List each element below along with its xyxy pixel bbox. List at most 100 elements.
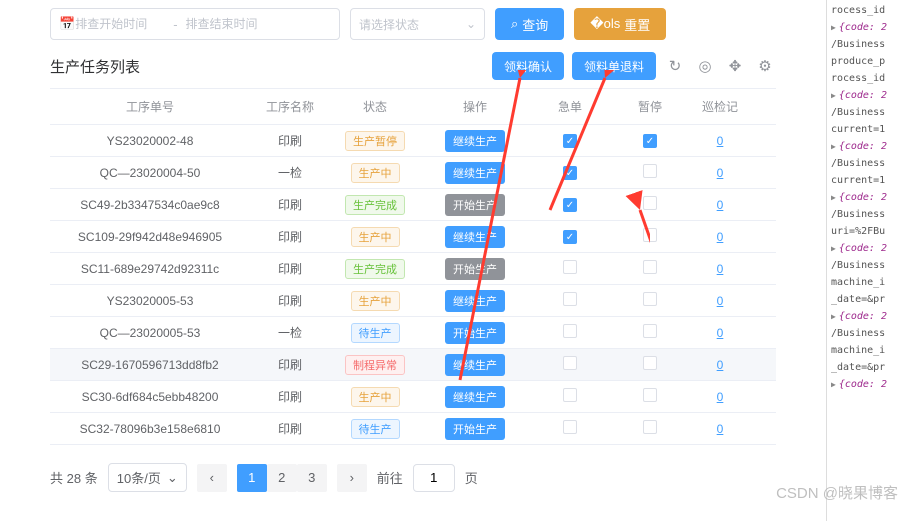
reset-icon: �ols <box>590 16 620 32</box>
urgent-checkbox[interactable] <box>563 324 577 338</box>
urgent-checkbox[interactable] <box>563 420 577 434</box>
pause-checkbox[interactable] <box>643 292 657 306</box>
total-label: 共 28 条 <box>50 468 98 487</box>
cell-status: 制程异常 <box>330 355 420 375</box>
table-row[interactable]: YS23020002-48印刷生产暂停继续生产✓✓0 <box>50 125 776 157</box>
inspect-link[interactable]: 0 <box>717 262 724 276</box>
page-number-button[interactable]: 1 <box>237 464 267 492</box>
devtools-panel: rocess_id▶{code: 2/Businessproduce_proce… <box>826 0 916 521</box>
row-action-button[interactable]: 继续生产 <box>445 386 505 408</box>
table-header: 工序单号 工序名称 状态 操作 急单 暂停 巡检记 <box>50 89 776 125</box>
chevron-down-icon: ⌄ <box>466 17 476 31</box>
cell-status: 生产中 <box>330 227 420 247</box>
refresh-icon[interactable]: ↻ <box>664 55 686 77</box>
inspect-link[interactable]: 0 <box>717 134 724 148</box>
cell-order: QC—23020005-53 <box>50 326 250 340</box>
inspect-link[interactable]: 0 <box>717 422 724 436</box>
cell-urgent: ✓ <box>530 133 610 149</box>
row-action-button[interactable]: 开始生产 <box>445 418 505 440</box>
cell-action: 开始生产 <box>420 194 530 216</box>
cell-status: 生产中 <box>330 291 420 311</box>
cell-action: 继续生产 <box>420 130 530 152</box>
inspect-link[interactable]: 0 <box>717 166 724 180</box>
status-select[interactable]: 请选择状态 ⌄ <box>350 8 485 40</box>
goto-suffix: 页 <box>465 468 478 487</box>
next-page-button[interactable]: › <box>337 464 367 492</box>
confirm-button[interactable]: 领料确认 <box>492 52 564 80</box>
row-action-button[interactable]: 继续生产 <box>445 354 505 376</box>
urgent-checkbox[interactable] <box>563 388 577 402</box>
row-action-button[interactable]: 继续生产 <box>445 290 505 312</box>
start-date-input[interactable] <box>75 17 165 31</box>
pause-checkbox[interactable] <box>643 356 657 370</box>
inspect-link[interactable]: 0 <box>717 294 724 308</box>
inspect-link[interactable]: 0 <box>717 230 724 244</box>
chevron-down-icon: ⌄ <box>167 470 178 486</box>
cell-status: 生产完成 <box>330 259 420 279</box>
table-row[interactable]: SC32-78096b3e158e6810印刷待生产开始生产0 <box>50 413 776 445</box>
cell-inspect: 0 <box>690 294 750 308</box>
table-row[interactable]: SC30-6df684c5ebb48200印刷生产中继续生产0 <box>50 381 776 413</box>
table-row[interactable]: SC109-29f942d48e946905印刷生产中继续生产✓0 <box>50 221 776 253</box>
urgent-checkbox[interactable]: ✓ <box>563 166 577 180</box>
move-icon[interactable]: ✥ <box>724 55 746 77</box>
cell-status: 生产暂停 <box>330 131 420 151</box>
return-button[interactable]: 领料单退料 <box>572 52 656 80</box>
table-row[interactable]: QC—23020004-50一检生产中继续生产✓0 <box>50 157 776 189</box>
cell-name: 印刷 <box>250 356 330 373</box>
pause-checkbox[interactable] <box>643 324 657 338</box>
pause-checkbox[interactable] <box>643 260 657 274</box>
row-action-button[interactable]: 开始生产 <box>445 322 505 344</box>
page-number-button[interactable]: 2 <box>267 464 297 492</box>
end-date-input[interactable] <box>186 17 276 31</box>
urgent-checkbox[interactable] <box>563 292 577 306</box>
cell-name: 一检 <box>250 324 330 341</box>
page-size-select[interactable]: 10条/页 ⌄ <box>108 463 187 492</box>
cell-pause: ✓ <box>610 133 690 149</box>
row-action-button[interactable]: 开始生产 <box>445 258 505 280</box>
pause-checkbox[interactable] <box>643 164 657 178</box>
cell-urgent: ✓ <box>530 165 610 181</box>
urgent-checkbox[interactable] <box>563 260 577 274</box>
col-name: 工序名称 <box>250 98 330 115</box>
pagination: 共 28 条 10条/页 ⌄ ‹ 123 › 前往 页 <box>0 445 826 492</box>
urgent-checkbox[interactable]: ✓ <box>563 198 577 212</box>
cell-action: 继续生产 <box>420 290 530 312</box>
urgent-checkbox[interactable]: ✓ <box>563 230 577 244</box>
col-pause: 暂停 <box>610 98 690 115</box>
date-range-picker[interactable]: 📅 - <box>50 8 340 40</box>
cell-inspect: 0 <box>690 166 750 180</box>
urgent-checkbox[interactable]: ✓ <box>563 134 577 148</box>
target-icon[interactable]: ◎ <box>694 55 716 77</box>
table-row[interactable]: SC49-2b3347534c0ae9c8印刷生产完成开始生产✓0 <box>50 189 776 221</box>
inspect-link[interactable]: 0 <box>717 198 724 212</box>
table-row[interactable]: SC11-689e29742d92311c印刷生产完成开始生产0 <box>50 253 776 285</box>
row-action-button[interactable]: 继续生产 <box>445 226 505 248</box>
pause-checkbox[interactable]: ✓ <box>643 134 657 148</box>
cell-urgent <box>530 292 610 309</box>
cell-inspect: 0 <box>690 326 750 340</box>
pause-checkbox[interactable] <box>643 196 657 210</box>
cell-name: 印刷 <box>250 196 330 213</box>
pause-checkbox[interactable] <box>643 388 657 402</box>
urgent-checkbox[interactable] <box>563 356 577 370</box>
prev-page-button[interactable]: ‹ <box>197 464 227 492</box>
row-action-button[interactable]: 继续生产 <box>445 130 505 152</box>
table-row[interactable]: SC29-1670596713dd8fb2印刷制程异常继续生产0 <box>50 349 776 381</box>
query-button[interactable]: ⌕ 查询 <box>495 8 564 40</box>
pause-checkbox[interactable] <box>643 228 657 242</box>
page-number-button[interactable]: 3 <box>297 464 327 492</box>
reset-button[interactable]: �ols 重置 <box>574 8 666 40</box>
cell-name: 印刷 <box>250 132 330 149</box>
inspect-link[interactable]: 0 <box>717 358 724 372</box>
goto-page-input[interactable] <box>413 464 455 492</box>
row-action-button[interactable]: 开始生产 <box>445 194 505 216</box>
cell-name: 印刷 <box>250 420 330 437</box>
row-action-button[interactable]: 继续生产 <box>445 162 505 184</box>
settings-icon[interactable]: ⚙ <box>754 55 776 77</box>
pause-checkbox[interactable] <box>643 420 657 434</box>
inspect-link[interactable]: 0 <box>717 326 724 340</box>
inspect-link[interactable]: 0 <box>717 390 724 404</box>
table-row[interactable]: QC—23020005-53一检待生产开始生产0 <box>50 317 776 349</box>
table-row[interactable]: YS23020005-53印刷生产中继续生产0 <box>50 285 776 317</box>
